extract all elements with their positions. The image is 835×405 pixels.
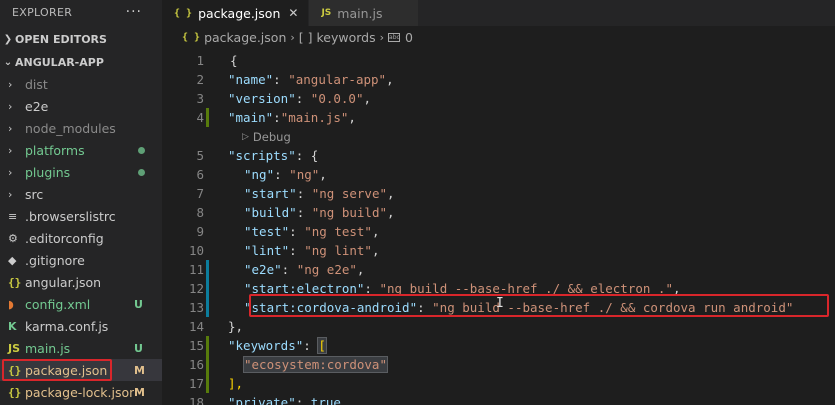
- breadcrumb-keywords[interactable]: keywords: [317, 30, 376, 45]
- breadcrumb-separator: ›: [290, 30, 295, 44]
- tab-bar: { } package.json ✕ JS main.js: [162, 0, 835, 26]
- code-line: 1{: [196, 53, 238, 68]
- json-file-icon: { }: [182, 31, 201, 43]
- chevron-right-icon: ›: [8, 165, 13, 179]
- debug-codelens[interactable]: ▷ Debug: [162, 127, 835, 146]
- tree-item-package-lock-json[interactable]: {} package-lock.json M: [0, 381, 162, 403]
- code-line: 8 "build": "ng build",: [196, 205, 395, 220]
- text-file-icon: ≡: [8, 209, 18, 223]
- open-editors-label: OPEN EDITORS: [15, 32, 107, 46]
- git-untracked-dot: [138, 147, 145, 154]
- code-line: 10 "lint": "ng lint",: [188, 243, 380, 258]
- tree-item-angular-json[interactable]: {} angular.json: [0, 271, 162, 293]
- breadcrumb-file[interactable]: package.json: [204, 30, 286, 45]
- git-untracked-dot: [138, 169, 145, 176]
- explorer-title: EXPLORER: [12, 5, 73, 19]
- git-added-marker: [204, 374, 212, 393]
- tree-item-src[interactable]: › src: [0, 183, 162, 205]
- json-file-icon: {}: [8, 385, 22, 399]
- git-status-badge: U: [134, 297, 143, 311]
- json-file-icon: {}: [8, 363, 22, 377]
- gear-icon: ⚙: [8, 231, 18, 245]
- chevron-right-icon: ›: [8, 77, 13, 91]
- git-added-marker: [204, 108, 212, 127]
- code-line: 9 "test": "ng test",: [196, 224, 380, 239]
- git-status-badge: U: [134, 341, 143, 355]
- js-file-icon: JS: [8, 341, 21, 355]
- project-label: ANGULAR-APP: [15, 55, 104, 69]
- text-cursor-icon: I: [496, 296, 504, 311]
- code-line: 3 "version": "0.0.0",: [196, 91, 372, 106]
- code-line: 6 "ng": "ng",: [196, 167, 327, 182]
- code-line: 11 "e2e": "ng e2e",: [188, 260, 365, 279]
- array-icon: [ ]: [298, 29, 313, 45]
- code-line: 2 "name": "angular-app",: [196, 72, 394, 87]
- tree-item-dist[interactable]: › dist: [0, 73, 162, 95]
- code-line: 5 "scripts": {: [196, 148, 319, 163]
- code-line: 17],: [188, 374, 244, 393]
- tree-item-node-modules[interactable]: › node_modules: [0, 117, 162, 139]
- editor-area: { } package.json ✕ JS main.js { } packag…: [162, 0, 835, 405]
- open-editors-section[interactable]: ❯ OPEN EDITORS: [0, 28, 162, 50]
- code-line: 7 "start": "ng serve",: [196, 186, 395, 201]
- play-icon: ▷: [242, 131, 249, 142]
- more-actions-icon[interactable]: ···: [126, 4, 142, 20]
- json-file-icon: { }: [174, 7, 193, 19]
- tree-item-plugins[interactable]: › plugins: [0, 161, 162, 183]
- code-line: 18 "private": true: [188, 395, 341, 405]
- tree-item-browserslistrc[interactable]: ≡ .browserslistrc: [0, 205, 162, 227]
- breadcrumb-index[interactable]: 0: [405, 30, 413, 45]
- json-file-icon: {}: [8, 275, 22, 289]
- code-editor[interactable]: 1{ 2 "name": "angular-app", 3 "version": "…: [162, 51, 835, 405]
- close-icon[interactable]: ✕: [288, 6, 298, 20]
- explorer-header: EXPLORER ···: [0, 0, 162, 24]
- tab-package-json[interactable]: { } package.json ✕: [162, 0, 310, 26]
- breadcrumb-separator: ›: [379, 30, 385, 44]
- chevron-right-icon: ›: [8, 99, 13, 113]
- chevron-right-icon: ›: [8, 187, 13, 201]
- git-icon: ◆: [8, 253, 17, 267]
- tree-item-main-js[interactable]: JS main.js U: [0, 337, 162, 359]
- chevron-right-icon: ›: [8, 143, 13, 157]
- chevron-right-icon: ›: [8, 121, 13, 135]
- code-line: 4 "main":"main.js",: [196, 108, 356, 127]
- tree-item-gitignore[interactable]: ◆ .gitignore: [0, 249, 162, 271]
- tree-item-platforms[interactable]: › platforms: [0, 139, 162, 161]
- chevron-right-icon: ❯: [3, 33, 13, 45]
- karma-file-icon: K: [8, 319, 17, 333]
- tree-item-editorconfig[interactable]: ⚙ .editorconfig: [0, 227, 162, 249]
- tree-item-config-xml[interactable]: ◗ config.xml U: [0, 293, 162, 315]
- file-tree: › dist › e2e › node_modules › platforms › plu…: [0, 73, 162, 403]
- js-file-icon: JS: [321, 8, 332, 18]
- code-line: 16 "ecosystem:cordova": [188, 355, 388, 374]
- tab-label: main.js: [337, 5, 383, 21]
- tree-item-e2e[interactable]: › e2e: [0, 95, 162, 117]
- tab-main-js[interactable]: JS main.js: [309, 0, 420, 26]
- git-added-marker: [204, 336, 212, 355]
- xml-file-icon: ◗: [8, 297, 14, 311]
- chevron-down-icon: ⌄: [3, 56, 13, 68]
- project-section[interactable]: ⌄ ANGULAR-APP: [0, 51, 162, 73]
- git-modified-marker: [204, 279, 212, 298]
- git-added-marker: [204, 355, 212, 374]
- explorer-sidebar: EXPLORER ··· ❯ OPEN EDITORS ⌄ ANGULAR-AP…: [0, 0, 162, 405]
- tree-item-karma-conf[interactable]: Kkarma.conf.js: [0, 315, 162, 337]
- tab-label: package.json: [198, 5, 281, 21]
- breadcrumb: { } package.json › [ ] keywords › abc 0: [162, 26, 835, 48]
- git-status-badge: M: [134, 385, 145, 399]
- git-status-badge: M: [134, 363, 145, 377]
- tree-item-package-json[interactable]: {} package.json M: [0, 359, 162, 381]
- string-icon: abc: [388, 32, 401, 42]
- git-modified-marker: [204, 260, 212, 279]
- git-modified-marker: [204, 298, 212, 317]
- code-line: 15 "keywords": [: [188, 336, 327, 355]
- code-line: 14},: [188, 319, 244, 334]
